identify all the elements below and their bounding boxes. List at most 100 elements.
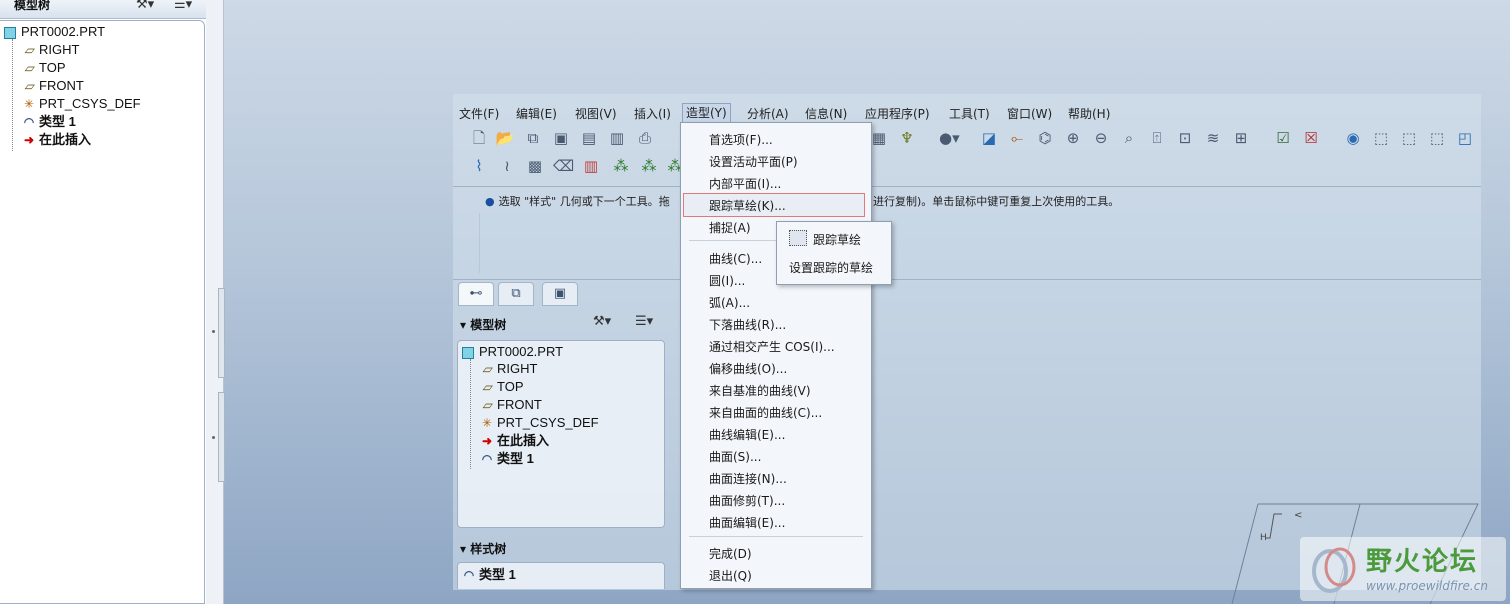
inner-tree-item-front[interactable]: ▱ FRONT	[480, 396, 541, 414]
save-copy-icon[interactable]: ▤	[579, 128, 599, 148]
menu-style[interactable]: 造型(Y)	[682, 103, 731, 123]
reflection-icon[interactable]: ▥	[581, 156, 601, 176]
datum-plane-toggle-icon[interactable]: ◪	[979, 128, 999, 148]
inner-tree-item-csys[interactable]: ✳ PRT_CSYS_DEF	[480, 414, 599, 432]
menu-item-cos-intersect[interactable]: 通过相交产生 COS(I)...	[709, 338, 835, 355]
menu-applications[interactable]: 应用程序(P)	[865, 105, 930, 122]
splitter-handle-bottom[interactable]	[218, 392, 225, 482]
menu-insert[interactable]: 插入(I)	[634, 105, 671, 122]
menu-window[interactable]: 窗口(W)	[1007, 105, 1052, 122]
menu-item-surface[interactable]: 曲面(S)...	[709, 448, 761, 465]
menu-item-surface-trim[interactable]: 曲面修剪(T)...	[709, 492, 785, 509]
refit-icon[interactable]: ⌕	[1119, 128, 1139, 148]
tree-item-part[interactable]: PRT0002.PRT	[4, 23, 105, 41]
menu-item-drop-curve[interactable]: 下落曲线(R)...	[709, 316, 786, 333]
model-tree-title: 模型树	[14, 0, 51, 12]
shaded-display-icon[interactable]: ◉	[1343, 128, 1363, 148]
submenu-item-setup-trace-sketch[interactable]: 设置跟踪的草绘	[789, 259, 873, 276]
menu-item-surface-connect[interactable]: 曲面连接(N)...	[709, 470, 787, 487]
tree-item-right[interactable]: ▱ RIGHT	[22, 41, 79, 59]
wireframe-icon[interactable]: ⬚	[1371, 128, 1391, 148]
menu-item-curve-from-datum[interactable]: 来自基准的曲线(V)	[709, 382, 811, 399]
menu-item-preferences[interactable]: 首选项(F)...	[709, 131, 773, 148]
layers-icon[interactable]: ≋	[1203, 128, 1223, 148]
zoom-in-icon[interactable]: ⊕	[1063, 128, 1083, 148]
open-window-icon[interactable]: ⧉	[523, 128, 543, 148]
splitter-handle-top[interactable]	[218, 288, 225, 378]
shaded-box-icon[interactable]: ◰	[1455, 128, 1475, 148]
menu-view[interactable]: 视图(V)	[575, 105, 617, 122]
open-file-icon[interactable]: 📂	[495, 128, 515, 148]
csys-icon: ✳	[481, 416, 493, 430]
tab-favorites[interactable]: ▣	[542, 282, 578, 306]
new-file-icon[interactable]: 🗋	[469, 128, 489, 148]
inner-tree-item-right[interactable]: ▱ RIGHT	[480, 360, 537, 378]
inner-tree-item-insert-here[interactable]: ➜ 在此插入	[480, 432, 549, 450]
model-tree: PRT0002.PRT ▱ RIGHT ▱ TOP ▱ FRONT ✳ PRT_CSYS…	[0, 20, 205, 604]
export-icon[interactable]: ▥	[607, 128, 627, 148]
hidden-line-icon[interactable]: ⬚	[1399, 128, 1419, 148]
datum-axis-toggle-icon[interactable]: ⟜	[1007, 128, 1027, 148]
menu-edit[interactable]: 编辑(E)	[516, 105, 557, 122]
zoom-out-icon[interactable]: ⊖	[1091, 128, 1111, 148]
tab-folder-browser[interactable]: ⧉	[498, 282, 534, 306]
tree-item-insert-here[interactable]: ➜ 在此插入	[22, 131, 91, 149]
regenerate-icon[interactable]: ♆	[897, 128, 917, 148]
watermark: 野火论坛 www.proewildfire.cn	[1300, 537, 1506, 601]
panel-splitter[interactable]	[206, 0, 225, 604]
menu-info[interactable]: 信息(N)	[805, 105, 847, 122]
menu-item-set-active-plane[interactable]: 设置活动平面(P)	[709, 153, 798, 170]
tree-item-front[interactable]: ▱ FRONT	[22, 77, 83, 95]
inner-tree-item-style-feature[interactable]: ◠ 类型 1	[480, 450, 534, 468]
menu-item-circle[interactable]: 圆(I)...	[709, 272, 745, 289]
tab-model-tree[interactable]: ⊷	[458, 282, 494, 306]
menu-file[interactable]: 文件(F)	[459, 105, 499, 122]
submenu-item-trace-sketch[interactable]: 跟踪草绘	[813, 231, 861, 248]
tree-item-style-feature[interactable]: ◠ 类型 1	[22, 113, 76, 131]
shading-icon[interactable]: ●▾	[939, 128, 960, 148]
style-tree-title: ▾ 样式树	[460, 542, 507, 556]
cancel-icon[interactable]: ☒	[1301, 128, 1321, 148]
datum-point-toggle-icon[interactable]: ⌬	[1035, 128, 1055, 148]
view-manager-icon[interactable]: ⊞	[1231, 128, 1251, 148]
menu-analysis[interactable]: 分析(A)	[747, 105, 789, 122]
print-icon[interactable]: ⎙	[635, 128, 655, 148]
menu-item-curve-edit[interactable]: 曲线编辑(E)...	[709, 426, 785, 443]
tree-item-top[interactable]: ▱ TOP	[22, 59, 65, 77]
menu-item-done[interactable]: 完成(D)	[709, 545, 752, 562]
u-direction-icon[interactable]: ⁂	[611, 156, 631, 176]
style-tree-item[interactable]: ◠ 类型 1	[462, 566, 516, 584]
saved-views-icon[interactable]: ⊡	[1175, 128, 1195, 148]
surface-icon[interactable]: ▩	[525, 156, 545, 176]
datum-plane-icon: ▱	[482, 362, 492, 376]
clipboard-icon[interactable]: ▦	[869, 128, 889, 148]
inner-tree-settings-icon[interactable]: ⚒▾	[593, 314, 611, 329]
save-icon[interactable]: ▣	[551, 128, 571, 148]
menu-item-snap[interactable]: 捕捉(A)	[709, 219, 751, 236]
menu-item-internal-plane[interactable]: 内部平面(I)...	[709, 175, 781, 192]
r-direction-icon[interactable]: ⁂	[639, 156, 659, 176]
menu-item-arc[interactable]: 弧(A)...	[709, 294, 750, 311]
datum-plane-icon: ▱	[24, 43, 34, 57]
menu-item-surface-edit[interactable]: 曲面编辑(E)...	[709, 514, 785, 531]
menu-item-curve[interactable]: 曲线(C)...	[709, 250, 762, 267]
menu-item-offset-curve[interactable]: 偏移曲线(O)...	[709, 360, 787, 377]
inner-model-tree: PRT0002.PRT ▱ RIGHT ▱ TOP ▱ FRONT ✳ PRT_CSYS…	[457, 340, 665, 528]
tree-settings-icon[interactable]: ⚒▾	[136, 0, 154, 12]
inner-tree-item-part[interactable]: PRT0002.PRT	[462, 343, 563, 361]
accept-icon[interactable]: ☑	[1273, 128, 1293, 148]
menu-item-trace-sketch[interactable]: 跟踪草绘(K)...	[709, 197, 786, 214]
menu-item-curve-from-surface[interactable]: 来自曲面的曲线(C)...	[709, 404, 822, 421]
menu-item-quit[interactable]: 退出(Q)	[709, 567, 752, 584]
inner-tree-item-top[interactable]: ▱ TOP	[480, 378, 523, 396]
no-hidden-icon[interactable]: ⬚	[1427, 128, 1447, 148]
tree-columns-icon[interactable]: ☰▾	[174, 0, 192, 12]
curve-analysis-icon[interactable]: ≀	[497, 156, 517, 176]
inner-tree-columns-icon[interactable]: ☰▾	[635, 314, 653, 329]
surface-connect-icon[interactable]: ⌫	[553, 156, 574, 176]
tree-item-csys[interactable]: ✳ PRT_CSYS_DEF	[22, 95, 141, 113]
reorient-icon[interactable]: ⍐	[1147, 128, 1167, 148]
curve-tool-icon[interactable]: ⌇	[469, 156, 489, 176]
menu-help[interactable]: 帮助(H)	[1068, 105, 1110, 122]
menu-tools[interactable]: 工具(T)	[949, 105, 990, 122]
